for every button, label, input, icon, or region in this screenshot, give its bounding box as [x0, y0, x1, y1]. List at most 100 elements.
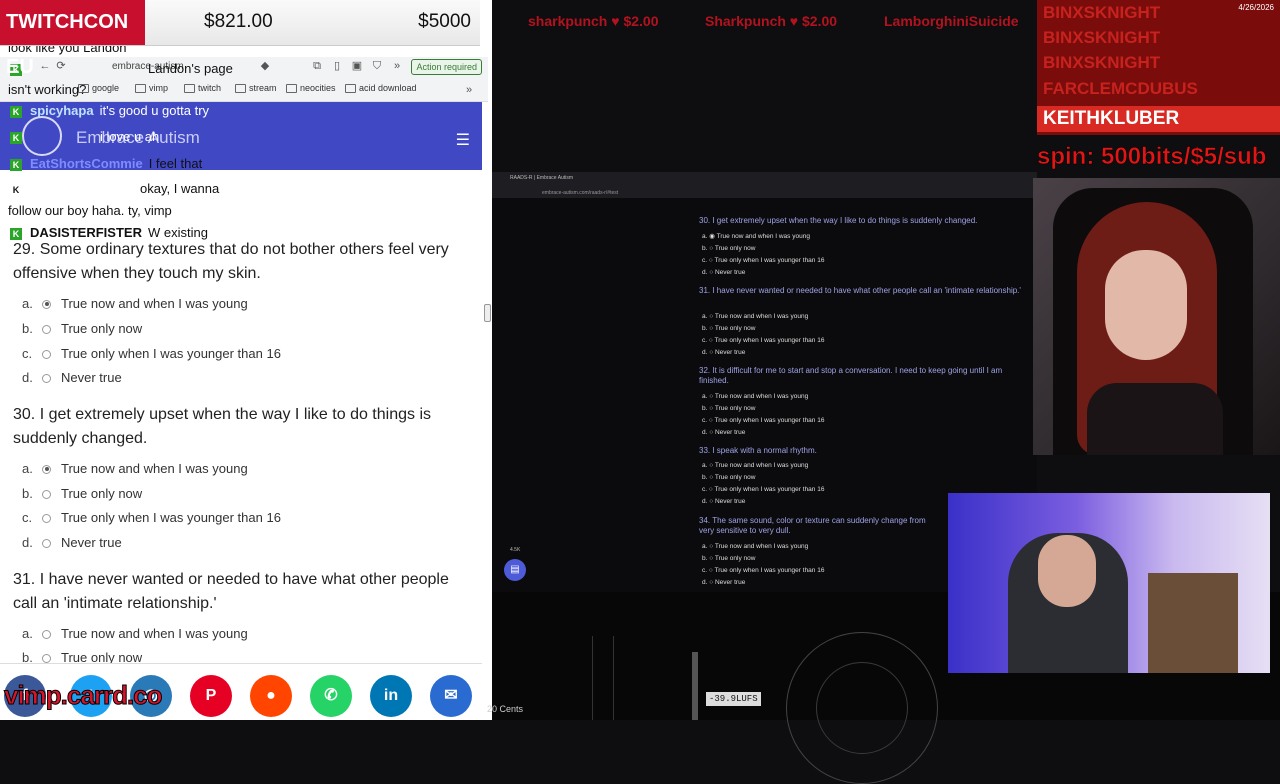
meter-bar	[692, 652, 698, 720]
option-29d[interactable]: d. Never true	[22, 369, 122, 387]
option-letter: a.	[22, 296, 33, 311]
shared-option: b. ○ True only now	[702, 245, 756, 252]
option-letter: c.	[702, 257, 708, 264]
shared-option: b. ○ True only now	[702, 474, 756, 481]
option-label: Never true	[61, 370, 122, 385]
radio-selected[interactable]	[42, 464, 51, 474]
linkedin-icon[interactable]: in	[370, 675, 412, 717]
question-29: 29. Some ordinary textures that do not b…	[13, 241, 449, 282]
donation-ticker: sharkpunch ♥ $2.00 Sharkpunch ♥ $2.00 La…	[492, 0, 1040, 45]
vectorscope-inner	[816, 662, 908, 754]
question-30: 30. I get extremely upset when the way I…	[13, 406, 431, 447]
option-letter: c.	[702, 337, 708, 344]
shared-option: c. ○ True only when I was younger than 1…	[702, 257, 825, 264]
option-30b[interactable]: b. True only now	[22, 485, 142, 503]
puzzle-icon[interactable]: ⧉	[310, 59, 324, 73]
chat-message: Kspicyhapa it's good u gotta try	[10, 103, 209, 119]
shared-option: d. ○ Never true	[702, 269, 746, 276]
option-label: True only now	[714, 555, 756, 562]
radio[interactable]	[42, 629, 51, 639]
chat-username: EatShortsCommie	[30, 156, 143, 171]
bookmarks-overflow-icon[interactable]: »	[462, 83, 476, 97]
donation-goal-bar: TWITCHCON EU $821.00 $5000	[0, 0, 480, 78]
option-label: Never true	[61, 535, 122, 550]
option-30d[interactable]: d. Never true	[22, 534, 122, 552]
whatsapp-icon[interactable]: ✆	[310, 675, 352, 717]
sub-name: BINXSKNIGHT	[1043, 28, 1161, 47]
option-label: True only now	[61, 321, 143, 336]
chat-message: K EatShortsCommie I feel that	[10, 156, 202, 172]
extension-icon[interactable]: ◆	[258, 59, 272, 73]
bookmark-acid-download[interactable]: acid download	[345, 83, 417, 93]
shared-option: c. ○ True only when I was younger than 1…	[702, 417, 825, 424]
shield-icon[interactable]: ⛉	[370, 59, 384, 73]
shared-question-34: 34. The same sound, color or texture can…	[699, 516, 926, 535]
option-30a[interactable]: a. True now and when I was young	[22, 460, 248, 478]
shared-question-33: 33. I speak with a normal rhythm.	[699, 446, 817, 455]
comment-icon[interactable]: ▤	[504, 559, 526, 581]
bookmark-neocities[interactable]: neocities	[286, 83, 336, 93]
bookmark-label: twitch	[198, 83, 222, 93]
mail-icon[interactable]: ✉	[430, 675, 472, 717]
option-label: True only when I was younger than 16	[714, 257, 825, 264]
scrollbar-thumb[interactable]	[484, 304, 491, 322]
bookmark-twitch[interactable]: twitch	[184, 83, 221, 93]
folder-icon	[184, 83, 195, 93]
ticker-item: Sharkpunch ♥ $2.00	[705, 13, 838, 29]
bookmark-vimp[interactable]: vimp	[135, 83, 168, 93]
kick-badge-icon: K	[10, 105, 22, 118]
stream-site-overlay: vimp.carrd.co	[4, 680, 164, 711]
radio[interactable]	[42, 489, 51, 499]
option-letter: c.	[702, 417, 708, 424]
chevrons-icon[interactable]: »	[390, 59, 404, 73]
option-label: True now and when I was young	[61, 461, 248, 476]
hamburger-menu-icon[interactable]: ☰	[456, 130, 470, 150]
chat-username: spicyhapa	[30, 103, 94, 118]
option-29c[interactable]: c. True only when I was younger than 16	[22, 345, 281, 363]
shared-option: a. ○ True now and when I was young	[702, 462, 809, 469]
sidebar-icon[interactable]: ▯	[330, 59, 344, 73]
bookmark-stream[interactable]: stream	[235, 83, 277, 93]
shared-option: c. ○ True only when I was younger than 1…	[702, 567, 825, 574]
radio[interactable]	[42, 373, 51, 383]
bookmark-label: stream	[249, 83, 277, 93]
option-letter: a.	[702, 543, 708, 550]
radio[interactable]	[42, 653, 51, 663]
chat-message: follow our boy haha. ty, vimp	[8, 203, 172, 219]
radio[interactable]	[42, 349, 51, 359]
option-letter: b.	[702, 555, 708, 562]
option-letter: a.	[22, 461, 33, 476]
folder-icon	[135, 83, 146, 93]
pinterest-icon[interactable]: P	[190, 675, 232, 717]
option-label: True only now	[714, 405, 756, 412]
option-label: True only when I was younger than 16	[714, 337, 825, 344]
bookmark-label: google	[92, 83, 120, 93]
shared-option: a. ○ True now and when I was young	[702, 543, 809, 550]
folder-icon	[286, 83, 297, 93]
radio[interactable]	[42, 324, 51, 334]
option-label: True now and when I was young	[714, 313, 809, 320]
option-label: Never true	[714, 269, 746, 276]
spin-banner: spin: 500bits/$5/sub	[1037, 143, 1267, 171]
meter-bar	[592, 636, 614, 720]
option-29b[interactable]: b. True only now	[22, 320, 142, 338]
action-required-button[interactable]: Action required	[411, 59, 482, 75]
streamer-face	[1105, 250, 1187, 360]
option-label: True now and when I was young	[714, 393, 809, 400]
picture-icon[interactable]: ▣	[350, 59, 364, 73]
radio-selected[interactable]	[42, 299, 51, 309]
chat-text: it's good u gotta try	[99, 103, 210, 118]
bookmark-label: vimp	[149, 83, 169, 93]
radio[interactable]	[42, 538, 51, 548]
sub-name: FARCLEMCDUBUS	[1043, 79, 1198, 98]
option-letter: d.	[702, 579, 708, 586]
option-29a[interactable]: a. True now and when I was young	[22, 295, 248, 313]
option-30c[interactable]: c. True only when I was younger than 16	[22, 509, 281, 527]
option-31a[interactable]: a. True now and when I was young	[22, 625, 248, 643]
shared-url: embrace-autism.com/raads-r/#test	[542, 190, 619, 196]
option-label: True now and when I was young	[716, 233, 810, 240]
reddit-icon[interactable]: ●	[250, 675, 292, 717]
shared-option: b. ○ True only now	[702, 405, 756, 412]
radio[interactable]	[42, 513, 51, 523]
shared-option: d. ○ Never true	[702, 579, 746, 586]
